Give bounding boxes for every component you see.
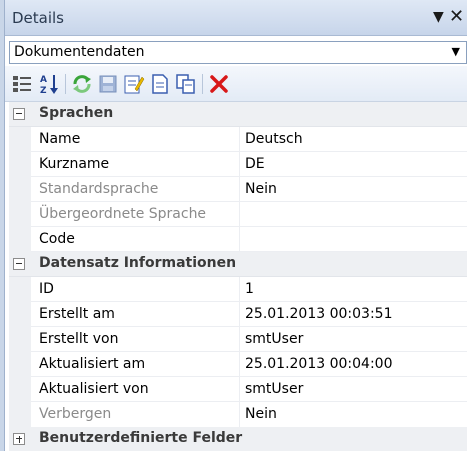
property-value[interactable]: 1	[240, 277, 467, 302]
toolbar: A Z	[5, 66, 467, 102]
property-row[interactable]: Übergeordnete Sprache	[9, 202, 467, 227]
category-label: Sprachen	[39, 105, 114, 121]
property-value[interactable]: 25.01.2013 00:03:51	[240, 302, 467, 327]
dropdown-triangle-icon[interactable]: ▼	[433, 9, 444, 25]
property-value[interactable]: Nein	[240, 177, 467, 202]
view-selector-value: Dokumentendaten	[14, 44, 145, 60]
property-name: Aktualisiert von	[31, 377, 240, 402]
copy-icon[interactable]	[175, 73, 197, 95]
svg-text:A: A	[40, 75, 47, 85]
property-name: Erstellt am	[31, 302, 240, 327]
category-datensatz-informationen[interactable]: Datensatz Informationen	[9, 252, 467, 277]
property-row[interactable]: Aktualisiert von smtUser	[9, 377, 467, 402]
property-grid: Sprachen Name Deutsch Kurzname DE Standa…	[9, 102, 467, 451]
property-row[interactable]: Erstellt von smtUser	[9, 327, 467, 352]
property-value[interactable]: smtUser	[240, 377, 467, 402]
new-document-icon[interactable]	[149, 73, 171, 95]
property-row[interactable]: ID 1	[9, 277, 467, 302]
property-name: Übergeordnete Sprache	[31, 202, 240, 227]
property-row[interactable]: Kurzname DE	[9, 152, 467, 177]
category-label: Benutzerdefinierte Felder	[39, 430, 243, 446]
svg-text:Z: Z	[40, 86, 47, 95]
sort-az-icon[interactable]: A Z	[38, 73, 60, 95]
property-name: Erstellt von	[31, 327, 240, 352]
panel-titlebar: Details ▼ ✕	[5, 0, 467, 36]
category-benutzerdefinierte-felder[interactable]: Benutzerdefinierte Felder	[9, 427, 467, 451]
property-row[interactable]: Verbergen Nein	[9, 402, 467, 427]
category-label: Datensatz Informationen	[39, 255, 237, 271]
categorized-view-icon[interactable]	[11, 73, 33, 95]
chevron-down-icon[interactable]: ▼	[452, 45, 460, 58]
property-value[interactable]: Deutsch	[240, 127, 467, 152]
edit-icon[interactable]	[123, 73, 145, 95]
property-row[interactable]: Erstellt am 25.01.2013 00:03:51	[9, 302, 467, 327]
property-name: Name	[31, 127, 240, 152]
collapse-icon[interactable]	[13, 258, 25, 270]
category-sprachen[interactable]: Sprachen	[9, 102, 467, 127]
property-row[interactable]: Aktualisiert am 25.01.2013 00:04:00	[9, 352, 467, 377]
property-row[interactable]: Name Deutsch	[9, 127, 467, 152]
property-value[interactable]: 25.01.2013 00:04:00	[240, 352, 467, 377]
property-row[interactable]: Code	[9, 227, 467, 252]
property-name: Kurzname	[31, 152, 240, 177]
delete-icon[interactable]	[208, 73, 230, 95]
property-value[interactable]	[240, 227, 467, 252]
refresh-icon[interactable]	[71, 73, 93, 95]
property-name: Verbergen	[31, 402, 240, 427]
close-icon[interactable]: ✕	[449, 6, 464, 27]
property-name: Standardsprache	[31, 177, 240, 202]
property-value[interactable]: DE	[240, 152, 467, 177]
property-value[interactable]: smtUser	[240, 327, 467, 352]
panel-title: Details	[12, 9, 65, 27]
view-selector-dropdown[interactable]: Dokumentendaten ▼	[9, 41, 467, 64]
property-name: Aktualisiert am	[31, 352, 240, 377]
property-value[interactable]	[240, 202, 467, 227]
collapse-icon[interactable]	[13, 108, 25, 120]
property-name: ID	[31, 277, 240, 302]
expand-icon[interactable]	[13, 433, 25, 445]
property-name: Code	[31, 227, 240, 252]
save-icon[interactable]	[97, 73, 119, 95]
property-row[interactable]: Standardsprache Nein	[9, 177, 467, 202]
property-value[interactable]: Nein	[240, 402, 467, 427]
